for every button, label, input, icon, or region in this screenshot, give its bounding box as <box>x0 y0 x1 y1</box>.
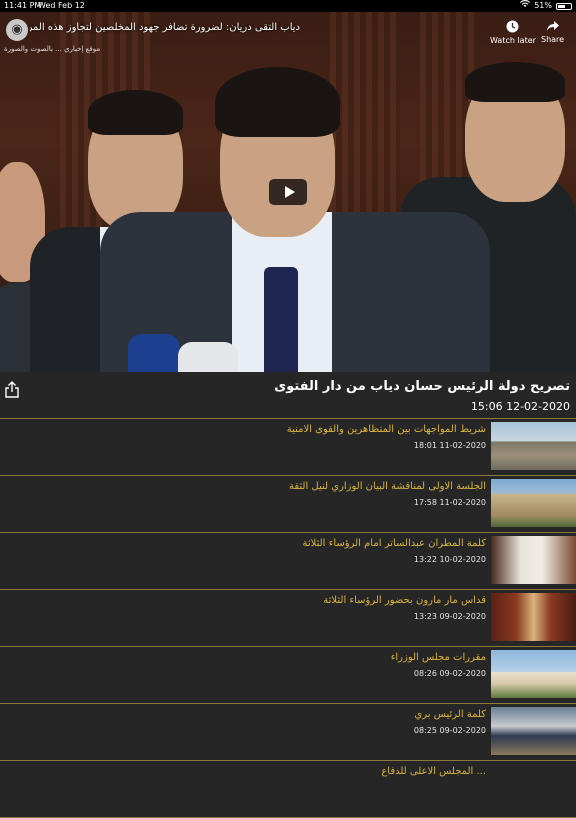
battery-icon <box>556 2 572 10</box>
share-label: Share <box>541 35 565 44</box>
list-item[interactable]: كلمة الرئيس بري 08:25 09-02-2020 <box>0 704 576 761</box>
item-title: الجلسة الاولى لمناقشة البيان الوزاري لني… <box>288 481 486 492</box>
list-item[interactable]: قداس مار مارون بحضور الرؤساء الثلاثة 13:… <box>0 590 576 647</box>
video-thumbnail <box>491 707 576 755</box>
wifi-icon <box>520 0 531 12</box>
item-title: كلمة المطران عبدالساتر امام الرؤساء الثل… <box>302 538 486 549</box>
video-thumbnail <box>491 650 576 698</box>
share-video-button[interactable]: Share <box>541 20 564 44</box>
item-title: شريط المواجهات بين المتظاهرين والقوى الا… <box>286 424 486 435</box>
video-thumbnail <box>491 422 576 470</box>
channel-logo-icon: ◉ <box>6 19 28 41</box>
share-icon[interactable] <box>4 381 20 398</box>
video-thumbnail <box>491 536 576 584</box>
status-bar: 11:41 PM Wed Feb 12 51% <box>0 0 576 12</box>
video-list: شريط المواجهات بين المتظاهرين والقوى الا… <box>0 419 576 818</box>
item-title: كلمة الرئيس بري <box>414 709 486 720</box>
list-item[interactable]: كلمة المطران عبدالساتر امام الرؤساء الثل… <box>0 533 576 590</box>
item-datetime: 17:58 11-02-2020 <box>413 498 486 507</box>
video-thumbnail <box>491 593 576 641</box>
watch-later-button[interactable]: Watch later <box>490 20 536 45</box>
list-item[interactable]: الجلسة الاولى لمناقشة البيان الوزاري لني… <box>0 476 576 533</box>
video-thumbnail <box>491 479 576 527</box>
watch-later-label: Watch later <box>490 36 536 45</box>
video-title: دياب التقى دريان: لضرورة تضافر جهود المخ… <box>30 22 300 33</box>
status-date: Wed Feb 12 <box>38 1 85 10</box>
play-icon <box>284 186 295 198</box>
battery-percent: 51% <box>534 1 552 10</box>
list-item[interactable]: شريط المواجهات بين المتظاهرين والقوى الا… <box>0 419 576 476</box>
item-datetime: 18:01 11-02-2020 <box>413 441 486 450</box>
share-arrow-icon <box>541 20 564 35</box>
channel-tagline: موقع إخباري ... بالصوت والصورة <box>4 45 101 53</box>
item-datetime: 13:23 09-02-2020 <box>413 612 486 621</box>
item-title: مقررات مجلس الوزراء <box>390 652 486 663</box>
list-item[interactable]: مقررات مجلس الوزراء 08:26 09-02-2020 <box>0 647 576 704</box>
item-datetime: 13:22 10-02-2020 <box>413 555 486 564</box>
current-video-datetime: 15:06 12-02-2020 <box>470 400 570 413</box>
item-datetime: 08:26 09-02-2020 <box>413 669 486 678</box>
status-time: 11:41 PM <box>4 1 42 10</box>
clock-icon <box>490 20 536 36</box>
play-button[interactable] <box>269 179 307 205</box>
video-player[interactable]: ◉ دياب التقى دريان: لضرورة تضافر جهود ال… <box>0 12 576 372</box>
item-datetime: 08:25 09-02-2020 <box>413 726 486 735</box>
current-video-header: تصريح دولة الرئيس حسان دياب من دار الفتو… <box>0 372 576 419</box>
item-title: قداس مار مارون بحضور الرؤساء الثلاثة <box>323 595 486 606</box>
list-item[interactable]: ... المجلس الاعلى للدفاع <box>0 761 576 818</box>
current-video-title: تصريح دولة الرئيس حسان دياب من دار الفتو… <box>274 379 570 394</box>
